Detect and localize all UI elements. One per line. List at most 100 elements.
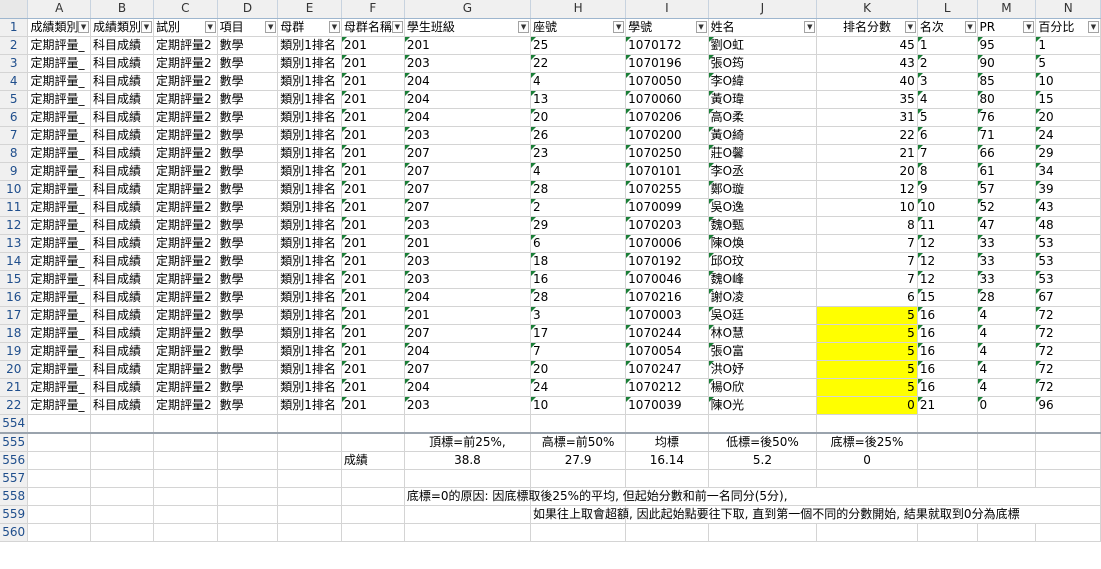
column-header-l[interactable]: L [917, 0, 978, 19]
cell[interactable]: 16 [917, 378, 978, 397]
cell[interactable]: 楊O欣 [708, 378, 818, 397]
cell[interactable]: 科目成績 [90, 144, 154, 163]
header-cell[interactable]: 試別 ▼ [153, 18, 218, 37]
cell[interactable]: 15 [917, 288, 978, 307]
row-header[interactable]: 6 [0, 108, 29, 127]
filter-dropdown-icon[interactable]: ▼ [695, 20, 707, 33]
cell[interactable] [27, 523, 92, 542]
cell[interactable]: 定期評量2 [153, 198, 218, 217]
row-header[interactable]: 14 [0, 252, 29, 271]
cell[interactable]: 定期評量_ [27, 216, 92, 235]
cell[interactable]: 5 [917, 108, 978, 127]
cell[interactable] [27, 469, 92, 488]
cell[interactable]: 定期評量_ [27, 288, 92, 307]
row-header[interactable]: 560 [0, 523, 29, 542]
cell[interactable] [708, 469, 818, 488]
cell[interactable]: 90 [977, 54, 1037, 73]
cell[interactable] [277, 432, 342, 452]
score-cell[interactable]: 40 [816, 72, 918, 91]
cell[interactable]: 29 [530, 216, 627, 235]
cell[interactable]: 數學 [217, 72, 279, 91]
cell[interactable]: 16 [917, 324, 978, 343]
cell[interactable]: 類別1排名 [277, 306, 342, 325]
header-cell[interactable]: 學生班級 ▼ [404, 18, 532, 37]
cell[interactable]: 201 [404, 36, 532, 55]
cell[interactable]: 定期評量2 [153, 126, 218, 145]
cell[interactable]: 定期評量2 [153, 324, 218, 343]
row-header[interactable]: 555 [0, 432, 29, 452]
cell[interactable]: 0 [977, 396, 1037, 415]
stat-label[interactable]: 頂標=前25%, [404, 432, 532, 452]
cell[interactable] [277, 487, 342, 506]
cell[interactable]: 定期評量_ [27, 90, 92, 109]
cell[interactable]: 類別1排名 [277, 252, 342, 271]
cell[interactable]: 207 [404, 162, 532, 181]
cell[interactable]: 類別1排名 [277, 144, 342, 163]
column-header-n[interactable]: N [1035, 0, 1101, 19]
cell[interactable]: 85 [977, 72, 1037, 91]
cell[interactable]: 12 [917, 234, 978, 253]
cell[interactable]: 科目成績 [90, 234, 154, 253]
cell[interactable]: 科目成績 [90, 216, 154, 235]
column-header-c[interactable]: C [153, 0, 218, 19]
cell[interactable]: 201 [341, 72, 405, 91]
cell[interactable]: 39 [1035, 180, 1101, 199]
cell[interactable] [341, 505, 405, 524]
cell[interactable] [1035, 469, 1101, 488]
score-cell[interactable]: 5 [816, 360, 918, 379]
cell[interactable]: 科目成績 [90, 288, 154, 307]
column-header-f[interactable]: F [341, 0, 405, 19]
cell[interactable]: 科目成績 [90, 378, 154, 397]
column-header-d[interactable]: D [217, 0, 279, 19]
score-cell[interactable]: 35 [816, 90, 918, 109]
header-cell[interactable]: 百分比 ▼ [1035, 18, 1101, 37]
cell[interactable]: 28 [530, 180, 627, 199]
cell[interactable]: 201 [341, 198, 405, 217]
header-cell[interactable]: 座號 ▼ [530, 18, 627, 37]
cell[interactable]: 如果往上取會超額, 因此起始點要往下取, 直到第一個不同的分數開始, 結果就取到… [530, 505, 1020, 524]
cell[interactable]: 類別1排名 [277, 234, 342, 253]
cell[interactable]: 43 [1035, 198, 1101, 217]
cell[interactable]: 黃O瑋 [708, 90, 818, 109]
cell[interactable]: 12 [917, 252, 978, 271]
cell[interactable]: 21 [917, 396, 978, 415]
cell[interactable]: 48 [1035, 216, 1101, 235]
cell[interactable]: 207 [404, 180, 532, 199]
row-header[interactable]: 2 [0, 36, 29, 55]
cell[interactable] [977, 451, 1037, 470]
score-cell[interactable]: 7 [816, 234, 918, 253]
score-cell[interactable]: 5 [816, 378, 918, 397]
cell[interactable]: 1070250 [625, 144, 709, 163]
cell[interactable]: 1070101 [625, 162, 709, 181]
row-header[interactable]: 1 [0, 18, 29, 37]
cell[interactable]: 魏O甄 [708, 216, 818, 235]
cell[interactable]: 71 [977, 126, 1037, 145]
filter-dropdown-icon[interactable]: ▼ [518, 20, 530, 33]
cell[interactable]: 定期評量_ [27, 108, 92, 127]
cell[interactable]: 1070200 [625, 126, 709, 145]
cell[interactable]: 4 [977, 342, 1037, 361]
cell[interactable]: 207 [404, 198, 532, 217]
cell[interactable]: 數學 [217, 360, 279, 379]
cell[interactable] [27, 487, 92, 506]
cell[interactable]: 24 [1035, 126, 1101, 145]
cell[interactable]: 201 [341, 108, 405, 127]
cell[interactable]: 定期評量2 [153, 288, 218, 307]
stat-label[interactable]: 低標=後50% [708, 432, 818, 452]
cell[interactable]: 2 [530, 198, 627, 217]
cell[interactable]: 203 [404, 216, 532, 235]
cell[interactable]: 4 [530, 72, 627, 91]
cell[interactable] [917, 451, 978, 470]
cell[interactable]: 4 [977, 360, 1037, 379]
filter-dropdown-icon[interactable]: ▼ [904, 20, 916, 33]
column-header-h[interactable]: H [530, 0, 627, 19]
score-cell[interactable]: 31 [816, 108, 918, 127]
cell[interactable]: 33 [977, 270, 1037, 289]
cell[interactable]: 數學 [217, 252, 279, 271]
cell[interactable]: 定期評量_ [27, 72, 92, 91]
cell[interactable]: 洪O妤 [708, 360, 818, 379]
select-all-corner[interactable] [0, 0, 29, 19]
cell[interactable]: 科目成績 [90, 198, 154, 217]
cell[interactable] [27, 451, 92, 470]
cell[interactable]: 28 [977, 288, 1037, 307]
